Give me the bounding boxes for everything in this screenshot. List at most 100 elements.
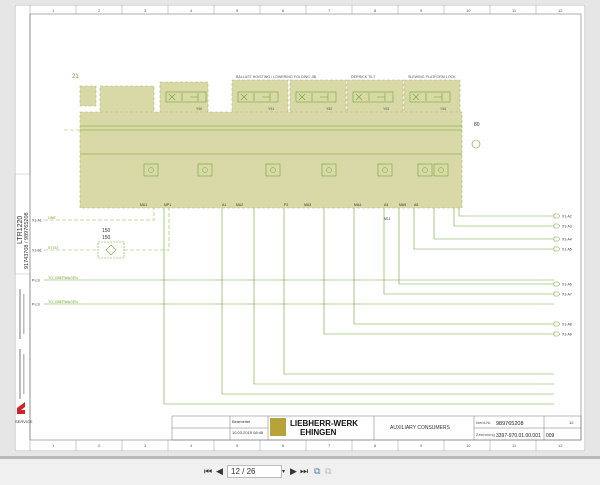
output-connector-icon bbox=[553, 213, 561, 219]
pdf-viewer-toolbar: ⏮ ◀ 12 / 26 ▾ ▶ ⏭ ⧉ ⧉ bbox=[0, 456, 600, 485]
output-connector-icon bbox=[553, 321, 561, 327]
prev-page-button[interactable]: ◀ bbox=[216, 466, 223, 477]
crane-image bbox=[270, 418, 286, 436]
column-number: 7 bbox=[328, 8, 331, 13]
output-connector-label: X1-A3 bbox=[562, 225, 572, 229]
port-label: P2 bbox=[284, 203, 288, 207]
port-label: MP1 bbox=[164, 203, 171, 207]
output-connector-icon bbox=[553, 291, 561, 297]
valve-id: Y51 bbox=[268, 107, 274, 111]
output-connector-icon bbox=[553, 236, 561, 242]
edit-date: 10.03.2015 08:48 bbox=[232, 430, 264, 435]
port-label: A4 bbox=[384, 203, 388, 207]
gauge-icon bbox=[471, 139, 481, 149]
input-note: ST192 bbox=[48, 246, 58, 250]
input-connector-label: X1-B1 bbox=[32, 249, 42, 253]
output-connector-label: X1-A6 bbox=[562, 283, 572, 287]
port-label: MA1 bbox=[140, 203, 147, 207]
editor-label: Bearbeitet bbox=[232, 419, 251, 424]
company-city: EHINGEN bbox=[300, 428, 337, 437]
column-number: 9 bbox=[420, 443, 423, 448]
output-connector-label: X1-A8 bbox=[562, 323, 572, 327]
valve-group-label: SLEWING PLATFORM LOCK bbox=[408, 75, 456, 79]
valve-block bbox=[79, 79, 463, 209]
column-number: 12 bbox=[558, 443, 563, 448]
input-connector-label: X1-A1 bbox=[32, 219, 42, 223]
column-number: 4 bbox=[190, 8, 193, 13]
model-label: LTR1220 bbox=[17, 216, 24, 244]
column-number: 6 bbox=[282, 443, 285, 448]
output-connector-icon bbox=[553, 223, 561, 229]
column-number: 8 bbox=[374, 443, 377, 448]
column-number: 6 bbox=[282, 8, 285, 13]
column-number: 4 bbox=[190, 443, 193, 448]
column-number: 7 bbox=[328, 443, 331, 448]
port-label: A5 bbox=[414, 203, 418, 207]
numbers-label: 91743708 / 989765208 bbox=[24, 212, 30, 269]
column-number: 2 bbox=[98, 443, 101, 448]
valve-group-label: DERRICK TILT bbox=[351, 75, 376, 79]
doc-label: Ident-Nr. bbox=[476, 420, 491, 425]
doc-number: 989765208 bbox=[496, 421, 524, 427]
output-connector-label: X1-A7 bbox=[562, 293, 572, 297]
column-number: 5 bbox=[236, 8, 239, 13]
filter-label: 150 bbox=[102, 235, 111, 241]
drawing-label: Zeichnung bbox=[476, 432, 495, 437]
company-name: LIEBHERR-WERK bbox=[290, 419, 358, 428]
column-number: 8 bbox=[374, 8, 377, 13]
drawing-title: AUXILIARY CONSUMERS bbox=[390, 425, 450, 431]
output-connector-label: X1-A9 bbox=[562, 333, 572, 337]
filter-symbol bbox=[97, 241, 125, 259]
filter-label: 150 bbox=[102, 228, 111, 234]
valve-id: Y54 bbox=[440, 107, 446, 111]
page-dropdown-icon[interactable]: ▾ bbox=[282, 468, 285, 475]
position-label: 21 bbox=[72, 74, 79, 80]
input-note: LINE bbox=[48, 216, 56, 220]
last-page-button[interactable]: ⏭ bbox=[300, 466, 308, 477]
input-note: TO_OBERWAGEN bbox=[48, 300, 78, 304]
column-number: 9 bbox=[420, 8, 423, 13]
port-label: MA2 bbox=[236, 203, 243, 207]
valve-group-label: BALLAST HOISTING / LOWERING bbox=[236, 75, 293, 79]
port-label: MA5 bbox=[399, 203, 406, 207]
first-page-button[interactable]: ⏮ bbox=[204, 466, 212, 477]
gauge-label: 80 bbox=[474, 122, 480, 128]
sensor-label: M11 bbox=[384, 217, 391, 221]
column-number: 3 bbox=[144, 443, 147, 448]
output-connector-icon bbox=[553, 246, 561, 252]
drawing-number: 3397-970.01.00.001 bbox=[496, 433, 541, 439]
input-note: TO_OBERWAGEN bbox=[48, 276, 78, 280]
revision: 009 bbox=[546, 433, 555, 439]
page-number-input[interactable]: 12 / 26 bbox=[227, 465, 282, 478]
output-connector-icon bbox=[553, 331, 561, 337]
valve-group-label: FOLDING JIB bbox=[294, 75, 317, 79]
input-connector-label: P-LS bbox=[32, 279, 40, 283]
column-number: 5 bbox=[236, 443, 239, 448]
input-connector-label: P-LS bbox=[32, 303, 40, 307]
column-number: 1 bbox=[52, 443, 55, 448]
port-label: MA4 bbox=[354, 203, 361, 207]
copy-icon[interactable]: ⧉ bbox=[314, 466, 320, 477]
column-number: 11 bbox=[512, 443, 517, 448]
paste-icon[interactable]: ⧉ bbox=[325, 466, 331, 477]
column-number: 1 bbox=[52, 8, 55, 13]
column-number: 3 bbox=[144, 8, 147, 13]
port-label: A1 bbox=[222, 203, 226, 207]
valve-id: Y50 bbox=[196, 107, 202, 111]
valve-id: Y52 bbox=[326, 107, 332, 111]
legal-notes bbox=[19, 289, 25, 399]
column-number: 2 bbox=[98, 8, 101, 13]
output-connector-label: X1-A4 bbox=[562, 238, 572, 242]
next-page-button[interactable]: ▶ bbox=[290, 466, 297, 477]
output-connector-label: X1-A2 bbox=[562, 215, 572, 219]
sheet-number: 12 bbox=[569, 420, 574, 425]
output-connector-icon bbox=[553, 281, 561, 287]
hydraulic-schematic: 1 2 3 4 5 6 7 8 9 10 11 12 1 2 3 4 5 6 7 8 9 10 11 12 LTR1220 … bbox=[14, 4, 586, 452]
column-number: 12 bbox=[558, 8, 563, 13]
valve-id: Y53 bbox=[383, 107, 389, 111]
output-connector-label: X1-A5 bbox=[562, 248, 572, 252]
pdf-page: 1 2 3 4 5 6 7 8 9 10 11 12 1 2 3 4 5 6 7 8 9 10 11 12 LTR1220 … bbox=[14, 4, 586, 452]
liebherr-service-logo bbox=[17, 402, 25, 414]
column-number: 10 bbox=[466, 443, 471, 448]
column-number: 10 bbox=[466, 8, 471, 13]
